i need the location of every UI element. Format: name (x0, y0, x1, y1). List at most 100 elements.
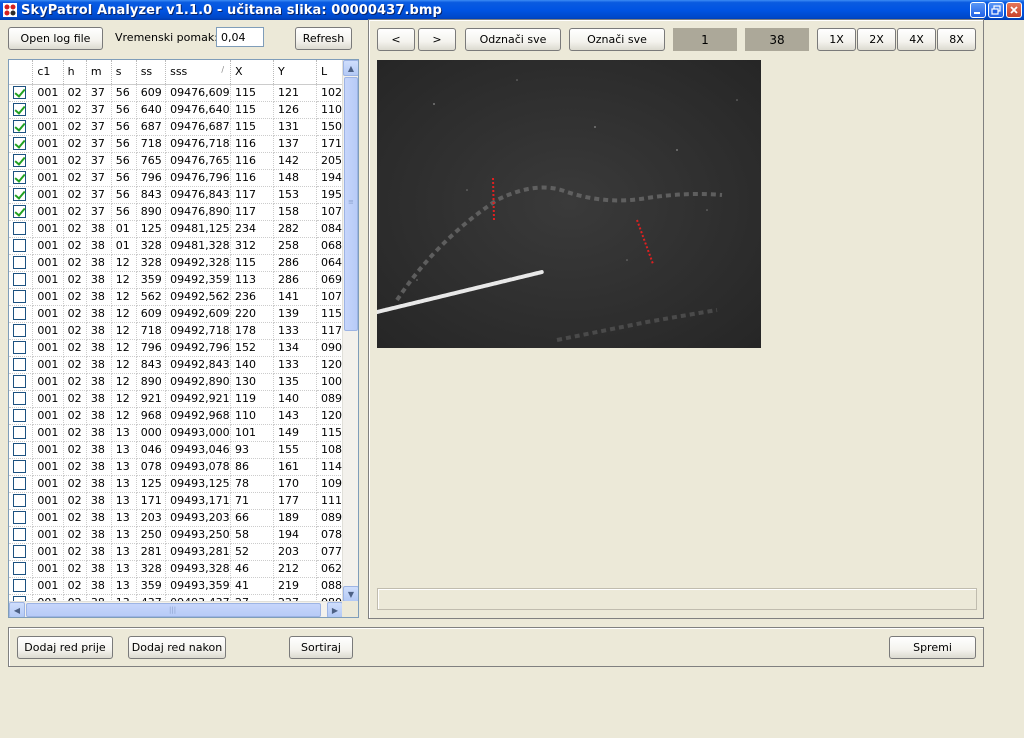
time-offset-input[interactable] (216, 27, 264, 47)
cell-sss[interactable]: 09476,890 (165, 203, 232, 221)
unchecked-checkbox[interactable] (13, 579, 26, 593)
row-checkbox-cell[interactable] (9, 135, 34, 153)
table-row[interactable]: 001 02 38 13 250 09493,250 58 194 078 (9, 526, 343, 544)
cell-m[interactable]: 38 (86, 509, 112, 527)
detections-grid[interactable]: c1 h m s ss sss ∕ X Y L 001 02 37 56 609 0947… (8, 59, 359, 618)
unchecked-checkbox[interactable] (13, 477, 26, 491)
cell-l[interactable]: 100 (316, 373, 343, 391)
cell-m[interactable]: 38 (86, 560, 112, 578)
cell-s[interactable]: 56 (111, 101, 137, 119)
cell-c1[interactable]: 001 (32, 356, 64, 374)
table-row[interactable]: 001 02 38 12 609 09492,609 220 139 115 (9, 305, 343, 323)
cell-ss[interactable]: 078 (136, 458, 167, 476)
row-checkbox-cell[interactable] (9, 305, 34, 323)
cell-l[interactable]: 064 (316, 254, 343, 272)
cell-m[interactable]: 38 (86, 492, 112, 510)
column-header-ss[interactable]: ss (136, 60, 167, 85)
cell-s[interactable]: 12 (111, 339, 137, 357)
cell-c1[interactable]: 001 (32, 526, 64, 544)
row-checkbox-cell[interactable] (9, 373, 34, 391)
zoom-2x-button[interactable]: 2X (857, 28, 896, 51)
cell-h[interactable]: 02 (63, 101, 87, 119)
cell-l[interactable]: 089 (316, 390, 343, 408)
cell-l[interactable]: 089 (316, 509, 343, 527)
cell-h[interactable]: 02 (63, 407, 87, 425)
cell-c1[interactable]: 001 (32, 390, 64, 408)
table-row[interactable]: 001 02 37 56 765 09476,765 116 142 205 (9, 152, 343, 170)
cell-ss[interactable]: 125 (136, 220, 167, 238)
column-header-c1[interactable]: c1 (32, 60, 64, 85)
cell-y[interactable]: 134 (273, 339, 317, 357)
cell-sss[interactable]: 09493,328 (165, 560, 232, 578)
cell-ss[interactable]: 843 (136, 356, 167, 374)
cell-sss[interactable]: 09476,640 (165, 101, 232, 119)
cell-l[interactable]: 077 (316, 543, 343, 561)
column-header-s[interactable]: s (111, 60, 137, 85)
table-row[interactable]: 001 02 37 56 718 09476,718 116 137 171 (9, 135, 343, 153)
column-header-l[interactable]: L (316, 60, 343, 85)
cell-y[interactable]: 286 (273, 271, 317, 289)
cell-c1[interactable]: 001 (32, 237, 64, 255)
cell-m[interactable]: 37 (86, 152, 112, 170)
cell-ss[interactable]: 890 (136, 373, 167, 391)
cell-c1[interactable]: 001 (32, 186, 64, 204)
cell-s[interactable]: 13 (111, 492, 137, 510)
cell-m[interactable]: 37 (86, 203, 112, 221)
row-checkbox-cell[interactable] (9, 220, 34, 238)
cell-h[interactable]: 02 (63, 560, 87, 578)
cell-y[interactable]: 139 (273, 305, 317, 323)
cell-l[interactable]: 084 (316, 220, 343, 238)
cell-s[interactable]: 12 (111, 271, 137, 289)
cell-h[interactable]: 02 (63, 322, 87, 340)
cell-h[interactable]: 02 (63, 492, 87, 510)
refresh-button[interactable]: Refresh (295, 27, 352, 50)
cell-y[interactable]: 153 (273, 186, 317, 204)
cell-y[interactable]: 158 (273, 203, 317, 221)
unchecked-checkbox[interactable] (13, 307, 26, 321)
cell-l[interactable]: 194 (316, 169, 343, 187)
cell-y[interactable]: 155 (273, 441, 317, 459)
cell-x[interactable]: 41 (230, 577, 274, 595)
cell-x[interactable]: 101 (230, 424, 274, 442)
cell-sss[interactable]: 09492,718 (165, 322, 232, 340)
row-checkbox-cell[interactable] (9, 322, 34, 340)
column-header-y[interactable]: Y (273, 60, 317, 85)
cell-ss[interactable]: 890 (136, 203, 167, 221)
deselect-all-button[interactable]: Odznači sve (465, 28, 561, 51)
cell-s[interactable]: 13 (111, 526, 137, 544)
cell-y[interactable]: 219 (273, 577, 317, 595)
scroll-left-arrow-icon[interactable]: ◀ (9, 602, 25, 617)
unchecked-checkbox[interactable] (13, 358, 26, 372)
unchecked-checkbox[interactable] (13, 460, 26, 474)
cell-c1[interactable]: 001 (32, 475, 64, 493)
cell-l[interactable]: 171 (316, 135, 343, 153)
cell-h[interactable]: 02 (63, 373, 87, 391)
row-checkbox-cell[interactable] (9, 288, 34, 306)
checked-checkbox[interactable] (13, 86, 26, 100)
cell-sss[interactable]: 09493,000 (165, 424, 232, 442)
cell-s[interactable]: 56 (111, 118, 137, 136)
row-checkbox-cell[interactable] (9, 509, 34, 527)
cell-h[interactable]: 02 (63, 84, 87, 102)
cell-x[interactable]: 312 (230, 237, 274, 255)
cell-x[interactable]: 71 (230, 492, 274, 510)
row-checkbox-cell[interactable] (9, 441, 34, 459)
cell-ss[interactable]: 328 (136, 560, 167, 578)
unchecked-checkbox[interactable] (13, 511, 26, 525)
table-row[interactable]: 001 02 37 56 687 09476,687 115 131 150 (9, 118, 343, 136)
cell-m[interactable]: 37 (86, 135, 112, 153)
cell-x[interactable]: 234 (230, 220, 274, 238)
column-header-m[interactable]: m (86, 60, 112, 85)
cell-m[interactable]: 38 (86, 373, 112, 391)
cell-l[interactable]: 108 (316, 441, 343, 459)
cell-s[interactable]: 56 (111, 203, 137, 221)
zoom-4x-button[interactable]: 4X (897, 28, 936, 51)
table-row[interactable]: 001 02 37 56 843 09476,843 117 153 195 (9, 186, 343, 204)
cell-l[interactable]: 068 (316, 237, 343, 255)
cell-m[interactable]: 38 (86, 526, 112, 544)
cell-y[interactable]: 148 (273, 169, 317, 187)
cell-sss[interactable]: 09492,843 (165, 356, 232, 374)
table-row[interactable]: 001 02 37 56 796 09476,796 116 148 194 (9, 169, 343, 187)
table-row[interactable]: 001 02 38 12 562 09492,562 236 141 107 (9, 288, 343, 306)
cell-m[interactable]: 38 (86, 237, 112, 255)
